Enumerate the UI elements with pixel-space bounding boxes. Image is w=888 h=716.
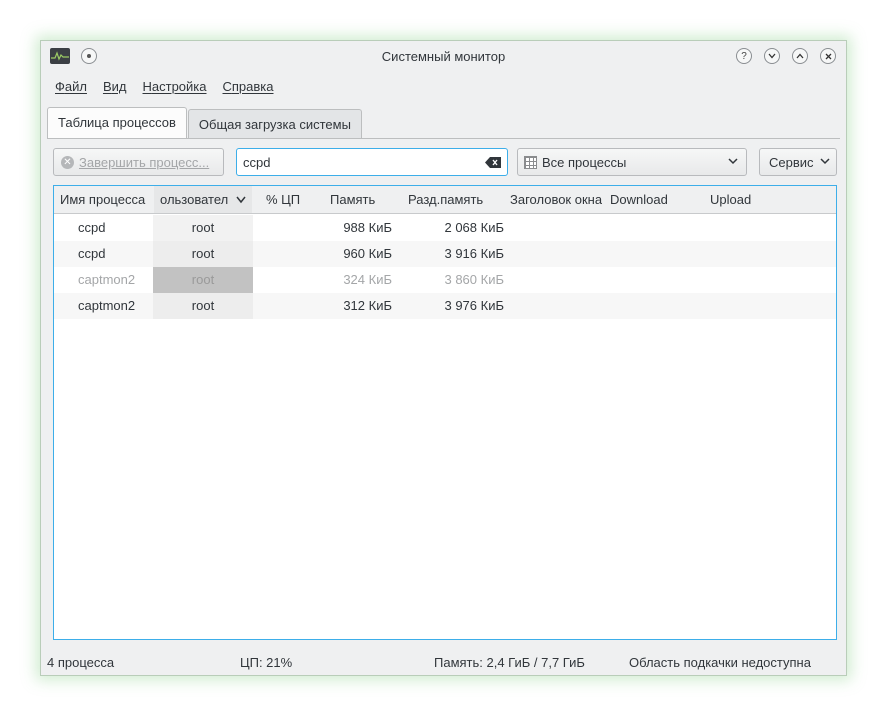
column-resize-handle[interactable]: ⋮ bbox=[702, 192, 704, 205]
status-cpu: ЦП: 21% bbox=[240, 655, 293, 670]
tab-process-table[interactable]: Таблица процессов bbox=[47, 107, 187, 139]
close-button[interactable] bbox=[820, 48, 836, 64]
chevron-up-icon bbox=[796, 53, 804, 59]
end-process-label: Завершить процесс... bbox=[79, 154, 210, 170]
maximize-button[interactable] bbox=[792, 48, 808, 64]
minimize-button[interactable] bbox=[764, 48, 780, 64]
status-memory: Память: 2,4 ГиБ / 7,7 ГиБ bbox=[434, 655, 585, 670]
process-table-panel: ✕ Завершить процесс... Все процессы Серв… bbox=[47, 138, 840, 646]
column-resize-handle[interactable]: ⋮ bbox=[250, 192, 252, 205]
column-resize-handle[interactable]: ⋮ bbox=[834, 192, 836, 205]
search-field[interactable] bbox=[236, 148, 508, 176]
menu-view[interactable]: Вид bbox=[95, 79, 135, 99]
column-header-download[interactable]: Download⋮ bbox=[610, 186, 704, 213]
process-filter-value: Все процессы bbox=[542, 154, 627, 170]
column-resize-handle[interactable]: ⋮ bbox=[600, 192, 602, 205]
tab-bar: Таблица процессов Общая загрузка системы bbox=[47, 107, 362, 139]
table-row[interactable]: ccpd root 960 КиБ 3 916 КиБ bbox=[54, 241, 836, 267]
status-swap: Область подкачки недоступна bbox=[629, 655, 811, 670]
process-user: root bbox=[153, 241, 253, 267]
sort-descending-icon bbox=[236, 196, 246, 204]
menu-help[interactable]: Справка bbox=[215, 79, 282, 99]
service-menu-button[interactable]: Сервис bbox=[759, 148, 837, 176]
process-shared-memory: 2 068 КиБ bbox=[444, 220, 504, 235]
process-shared-memory: 3 976 КиБ bbox=[444, 298, 504, 313]
column-resize-handle[interactable]: ⋮ bbox=[396, 192, 398, 205]
status-process-count: 4 процесса bbox=[47, 655, 115, 670]
main-window: Системный монитор ? Файл Вид Настройка С… bbox=[40, 40, 847, 676]
table-row[interactable]: captmon2 root 312 КиБ 3 976 КиБ bbox=[54, 293, 836, 319]
help-button[interactable]: ? bbox=[736, 48, 752, 64]
menu-settings[interactable]: Настройка bbox=[135, 79, 215, 99]
process-name: captmon2 bbox=[78, 272, 136, 287]
chevron-down-icon bbox=[820, 158, 830, 165]
column-header-cpu[interactable]: % ЦП⋮ bbox=[254, 186, 316, 213]
close-icon bbox=[825, 53, 831, 59]
end-process-button[interactable]: ✕ Завершить процесс... bbox=[53, 148, 224, 176]
column-header-window-title[interactable]: Заголовок окна⋮ bbox=[510, 186, 602, 213]
process-memory: 988 КиБ bbox=[343, 220, 392, 235]
list-view-icon bbox=[524, 155, 537, 169]
process-name: captmon2 bbox=[78, 298, 136, 313]
title-bar[interactable]: Системный монитор ? bbox=[41, 41, 846, 73]
column-header-memory[interactable]: Память⋮ bbox=[318, 186, 398, 213]
search-input[interactable] bbox=[243, 153, 478, 171]
menu-file[interactable]: Файл bbox=[47, 79, 95, 99]
process-user: root bbox=[153, 293, 253, 319]
chevron-down-icon bbox=[728, 158, 738, 165]
process-user: root bbox=[153, 215, 253, 241]
process-filter-select[interactable]: Все процессы bbox=[517, 148, 747, 176]
column-resize-handle[interactable]: ⋮ bbox=[314, 192, 316, 205]
process-user: root bbox=[153, 267, 253, 293]
column-header-name[interactable]: Имя процесса⋮ bbox=[60, 186, 152, 213]
process-shared-memory: 3 860 КиБ bbox=[444, 272, 504, 287]
table-row[interactable]: ccpd root 988 КиБ 2 068 КиБ bbox=[54, 215, 836, 241]
tab-system-load[interactable]: Общая загрузка системы bbox=[187, 109, 362, 139]
process-name: ccpd bbox=[78, 220, 106, 235]
menu-bar: Файл Вид Настройка Справка bbox=[47, 79, 282, 99]
window-title: Системный монитор bbox=[381, 49, 506, 64]
column-header-upload[interactable]: Upload⋮ bbox=[710, 186, 836, 213]
column-resize-handle[interactable]: ⋮ bbox=[150, 192, 152, 205]
table-row[interactable]: captmon2 root 324 КиБ 3 860 КиБ bbox=[54, 267, 836, 293]
service-label: Сервис bbox=[769, 154, 814, 170]
process-table[interactable]: Имя процесса⋮ ользовател ⋮ % ЦП⋮ Память⋮… bbox=[53, 185, 837, 640]
clear-text-icon[interactable] bbox=[485, 157, 501, 168]
chevron-down-icon bbox=[768, 53, 776, 59]
process-memory: 312 КиБ bbox=[343, 298, 392, 313]
process-shared-memory: 3 916 КиБ bbox=[444, 246, 504, 261]
process-memory: 324 КиБ bbox=[343, 272, 392, 287]
stop-icon: ✕ bbox=[61, 155, 74, 169]
process-memory: 960 КиБ bbox=[343, 246, 392, 261]
column-header-user[interactable]: ользовател ⋮ bbox=[154, 186, 252, 213]
column-resize-handle[interactable]: ⋮ bbox=[502, 192, 504, 205]
process-name: ccpd bbox=[78, 246, 106, 261]
table-header: Имя процесса⋮ ользовател ⋮ % ЦП⋮ Память⋮… bbox=[54, 186, 836, 214]
column-header-shared-memory[interactable]: Разд.память⋮ bbox=[400, 186, 504, 213]
